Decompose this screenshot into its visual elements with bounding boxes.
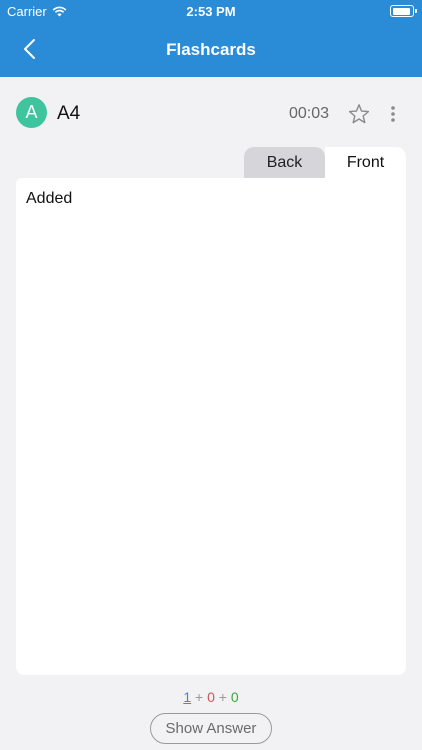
counter-separator: + [218,689,227,705]
timer: 00:03 [289,105,330,122]
count-learning: 0 [207,689,215,705]
tab-front[interactable]: Front [325,147,406,179]
status-bar: Carrier 2:53 PM [0,0,422,22]
show-answer-button[interactable]: Show Answer [150,713,272,744]
counter-separator: + [195,689,204,705]
page-title: Flashcards [166,40,256,59]
more-vertical-icon[interactable] [386,103,400,125]
count-new: 1 [183,689,192,705]
review-counter: 1 + 0 + 0 [0,689,422,705]
avatar: A [16,97,47,128]
deck-name: A4 [57,103,81,124]
status-time: 2:53 PM [186,4,236,19]
nav-header: Carrier 2:53 PM Flashcards [0,0,422,77]
star-icon[interactable] [348,103,370,125]
card-text: Added [26,190,73,207]
battery-icon [390,5,417,17]
flashcard: Added [16,178,406,675]
count-review: 0 [230,689,239,705]
tab-back[interactable]: Back [244,147,325,179]
deck-info-row: A A4 00:03 [0,94,422,134]
